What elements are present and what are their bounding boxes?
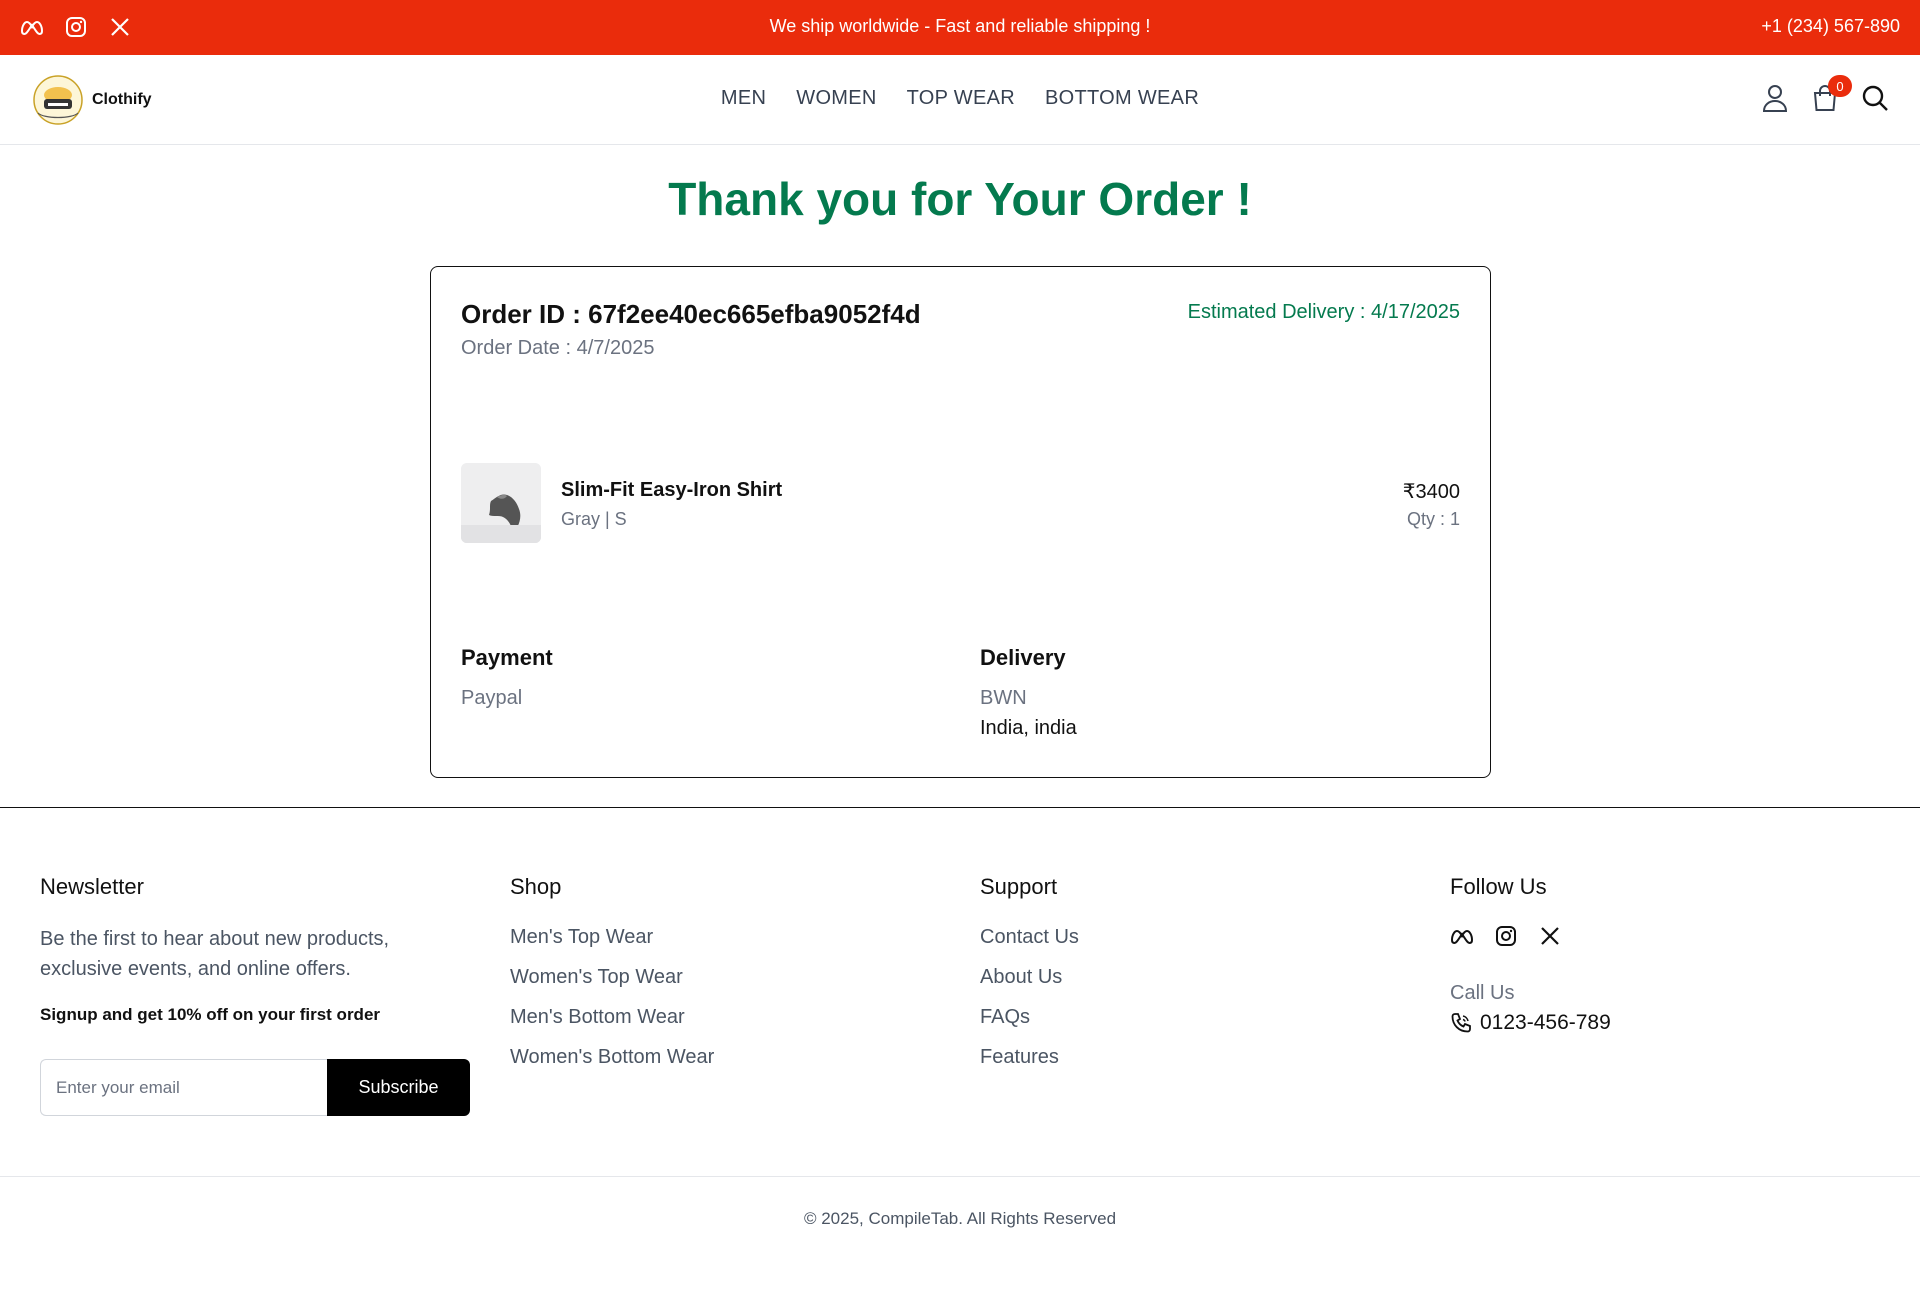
footer-link-mens-top-wear[interactable]: Men's Top Wear: [510, 926, 653, 949]
announcement-text: We ship worldwide - Fast and reliable sh…: [769, 16, 1151, 36]
footer-link-womens-top-wear[interactable]: Women's Top Wear: [510, 966, 683, 989]
footer-link-about-us[interactable]: About Us: [980, 966, 1062, 989]
user-icon[interactable]: [1760, 83, 1790, 113]
product-price: ₹3400: [1402, 481, 1460, 503]
nav-women[interactable]: WOMEN: [796, 87, 876, 110]
search-icon[interactable]: [1860, 83, 1890, 113]
footer-link-womens-bottom-wear[interactable]: Women's Bottom Wear: [510, 1046, 714, 1069]
nav-bottom-wear[interactable]: BOTTOM WEAR: [1045, 87, 1199, 110]
instagram-icon[interactable]: [1494, 924, 1518, 948]
footer-phone[interactable]: 0123-456-789: [1450, 1011, 1611, 1035]
estimated-delivery: Estimated Delivery : 4/17/2025: [1187, 301, 1460, 323]
delivery-title: Delivery: [980, 645, 1066, 670]
meta-icon[interactable]: [1450, 924, 1474, 948]
announcement-bar: We ship worldwide - Fast and reliable sh…: [0, 0, 1920, 55]
product-image: [461, 463, 541, 543]
order-card: Order ID : 67f2ee40ec665efba9052f4d Orde…: [430, 266, 1491, 778]
newsletter-signup-offer: Signup and get 10% off on your first ord…: [40, 1005, 381, 1024]
copyright-divider: [0, 1176, 1920, 1177]
product-name[interactable]: Slim-Fit Easy-Iron Shirt: [561, 479, 782, 502]
site-header: Clothify MEN WOMEN TOP WEAR BOTTOM WEAR …: [0, 55, 1920, 145]
main-nav: MEN WOMEN TOP WEAR BOTTOM WEAR: [0, 87, 1920, 110]
call-us-label: Call Us: [1450, 982, 1515, 1004]
delivery-address-line2: India, india: [980, 717, 1077, 739]
phone-icon: [1451, 1013, 1471, 1033]
header-actions: 0: [1760, 75, 1890, 113]
footer-link-mens-bottom-wear[interactable]: Men's Bottom Wear: [510, 1006, 685, 1029]
product-variant: Gray | S: [561, 509, 627, 529]
shop-title: Shop: [510, 874, 562, 899]
x-icon[interactable]: [1538, 924, 1562, 948]
nav-top-wear[interactable]: TOP WEAR: [907, 87, 1015, 110]
email-input[interactable]: [40, 1059, 328, 1116]
footer-link-contact-us[interactable]: Contact Us: [980, 926, 1079, 949]
order-id: Order ID : 67f2ee40ec665efba9052f4d: [461, 299, 921, 329]
follow-us-title: Follow Us: [1450, 874, 1547, 899]
footer-link-faqs[interactable]: FAQs: [980, 1006, 1030, 1029]
support-title: Support: [980, 874, 1058, 899]
newsletter-title: Newsletter: [40, 874, 144, 899]
cart-count-badge: 0: [1828, 75, 1852, 97]
delivery-address-line1: BWN: [980, 687, 1027, 709]
page-title: Thank you for Your Order !: [668, 173, 1252, 225]
product-quantity: Qty : 1: [1406, 509, 1460, 529]
footer-divider: [0, 807, 1920, 808]
cart-button[interactable]: 0: [1810, 75, 1852, 113]
subscribe-button[interactable]: Subscribe: [327, 1059, 470, 1116]
order-date: Order Date : 4/7/2025: [461, 337, 655, 359]
payment-method: Paypal: [461, 687, 523, 709]
footer-phone-number: 0123-456-789: [1480, 1011, 1611, 1034]
topbar-phone: +1 (234) 567-890: [1761, 16, 1900, 36]
footer-socials: [1450, 924, 1562, 948]
footer-link-features[interactable]: Features: [980, 1046, 1059, 1069]
copyright: © 2025, CompileTab. All Rights Reserved: [803, 1209, 1117, 1228]
nav-men[interactable]: MEN: [721, 87, 766, 110]
newsletter-text: Be the first to hear about new products,…: [40, 928, 390, 980]
payment-title: Payment: [461, 645, 553, 670]
